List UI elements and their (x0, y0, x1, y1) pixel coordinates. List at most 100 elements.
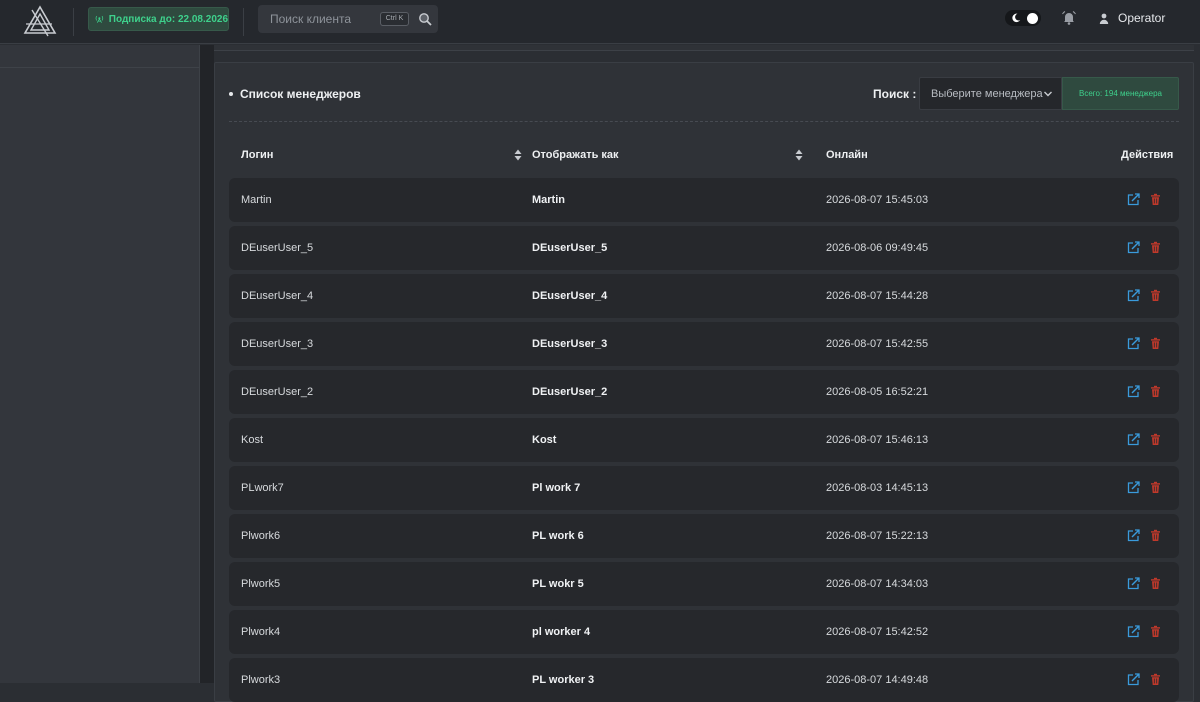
edit-icon[interactable] (1127, 577, 1140, 590)
sort-icon[interactable] (514, 149, 522, 161)
edit-icon[interactable] (1127, 529, 1140, 542)
cell-display-name: Kost (532, 434, 557, 446)
top-bar: Подписка до: 22.08.2026 Ctrl K Operator (0, 0, 1200, 44)
edit-icon[interactable] (1127, 289, 1140, 302)
table-row: DEuserUser_2 DEuserUser_2 2026-08-05 16:… (229, 370, 1179, 414)
sidebar-divider (0, 67, 200, 68)
delete-icon[interactable] (1149, 577, 1162, 590)
dashed-divider (229, 121, 1179, 122)
cell-display-name: Martin (532, 194, 565, 206)
cell-login: DEuserUser_3 (241, 338, 314, 350)
search-shortcut: Ctrl K (380, 12, 409, 26)
cell-online: 2026-08-07 15:22:13 (826, 530, 929, 542)
cell-online: 2026-08-07 15:44:28 (826, 290, 929, 302)
table-header: Логин Отображать как Онлайн Действия (229, 141, 1179, 171)
cell-login: Plwork5 (241, 578, 281, 590)
cell-login: Martin (241, 194, 272, 206)
bullet-icon (229, 92, 233, 96)
client-search: Ctrl K (258, 5, 438, 33)
cell-online: 2026-08-07 14:34:03 (826, 578, 929, 590)
cell-display-name: Pl work 7 (532, 482, 581, 494)
table-row: Plwork6 PL work 6 2026-08-07 15:22:13 (229, 514, 1179, 558)
table-row: Plwork4 pl worker 4 2026-08-07 15:42:52 (229, 610, 1179, 654)
cell-login: PLwork7 (241, 482, 284, 494)
cell-display-name: PL worker 3 (532, 674, 595, 686)
delete-icon[interactable] (1149, 625, 1162, 638)
cell-display-name: pl worker 4 (532, 626, 591, 638)
cell-online: 2026-08-06 09:49:45 (826, 242, 929, 254)
cell-online: 2026-08-07 15:46:13 (826, 434, 929, 446)
theme-toggle[interactable] (1005, 10, 1041, 26)
delete-icon[interactable] (1149, 289, 1162, 302)
table-row: DEuserUser_4 DEuserUser_4 2026-08-07 15:… (229, 274, 1179, 318)
col-header-display[interactable]: Отображать как (532, 149, 619, 161)
edit-icon[interactable] (1127, 625, 1140, 638)
table-row: DEuserUser_3 DEuserUser_3 2026-08-07 15:… (229, 322, 1179, 366)
cell-online: 2026-08-07 15:45:03 (826, 194, 929, 206)
delete-icon[interactable] (1149, 673, 1162, 686)
col-header-login[interactable]: Логин (241, 149, 273, 161)
subscription-badge: Подписка до: 22.08.2026 (88, 7, 229, 31)
edit-icon[interactable] (1127, 481, 1140, 494)
top-strip (214, 45, 1194, 51)
cell-login: DEuserUser_5 (241, 242, 314, 254)
bell-icon[interactable] (1061, 10, 1077, 26)
moon-icon (1012, 13, 1021, 23)
table-row: DEuserUser_5 DEuserUser_5 2026-08-06 09:… (229, 226, 1179, 270)
table-row: Plwork5 PL wokr 5 2026-08-07 14:34:03 (229, 562, 1179, 606)
user-name: Operator (1118, 11, 1166, 25)
cell-online: 2026-08-07 15:42:52 (826, 626, 929, 638)
cell-display-name: PL wokr 5 (532, 578, 584, 590)
search-icon[interactable] (418, 12, 432, 26)
client-search-input[interactable] (258, 5, 378, 33)
edit-icon[interactable] (1127, 433, 1140, 446)
cell-online: 2026-08-07 15:42:55 (826, 338, 929, 350)
divider (243, 8, 244, 36)
edit-icon[interactable] (1127, 241, 1140, 254)
search-label: Поиск : (873, 87, 917, 101)
antenna-icon (95, 15, 104, 23)
user-menu[interactable]: Operator (1099, 10, 1165, 26)
cell-login: Plwork3 (241, 674, 281, 686)
delete-icon[interactable] (1149, 193, 1162, 206)
divider (73, 8, 74, 36)
panel-title-text: Список менеджеров (240, 87, 361, 101)
user-icon (1099, 13, 1109, 24)
total-count-badge: Всего: 194 менеджера (1062, 77, 1179, 110)
col-header-actions: Действия (1121, 149, 1174, 161)
toggle-knob (1027, 13, 1038, 24)
subscription-label: Подписка до: 22.08.2026 (108, 13, 228, 25)
delete-icon[interactable] (1149, 481, 1162, 494)
edit-icon[interactable] (1127, 673, 1140, 686)
logo-icon[interactable] (22, 4, 58, 38)
cell-login: Plwork4 (241, 626, 281, 638)
delete-icon[interactable] (1149, 241, 1162, 254)
cell-display-name: PL work 6 (532, 530, 584, 542)
table-row: PLwork7 Pl work 7 2026-08-03 14:45:13 (229, 466, 1179, 510)
delete-icon[interactable] (1149, 433, 1162, 446)
manager-select[interactable]: Выберите менеджера (919, 77, 1062, 110)
sort-icon[interactable] (795, 149, 803, 161)
cell-display-name: DEuserUser_2 (532, 386, 608, 398)
panel-title: Список менеджеров (229, 87, 361, 101)
delete-icon[interactable] (1149, 337, 1162, 350)
delete-icon[interactable] (1149, 385, 1162, 398)
cell-display-name: DEuserUser_3 (532, 338, 608, 350)
sidebar (0, 45, 200, 683)
cell-login: DEuserUser_2 (241, 386, 314, 398)
edit-icon[interactable] (1127, 337, 1140, 350)
edit-icon[interactable] (1127, 193, 1140, 206)
table-row: Martin Martin 2026-08-07 15:45:03 (229, 178, 1179, 222)
table-row: Plwork3 PL worker 3 2026-08-07 14:49:48 (229, 658, 1179, 702)
cell-online: 2026-08-07 14:49:48 (826, 674, 929, 686)
cell-display-name: DEuserUser_5 (532, 242, 608, 254)
col-header-online: Онлайн (826, 149, 868, 161)
managers-panel: Список менеджеров Поиск : Выберите менед… (214, 62, 1194, 702)
cell-online: 2026-08-03 14:45:13 (826, 482, 929, 494)
cell-online: 2026-08-05 16:52:21 (826, 386, 929, 398)
content-gutter (200, 45, 214, 683)
edit-icon[interactable] (1127, 385, 1140, 398)
cell-login: Plwork6 (241, 530, 281, 542)
cell-login: Kost (241, 434, 264, 446)
delete-icon[interactable] (1149, 529, 1162, 542)
